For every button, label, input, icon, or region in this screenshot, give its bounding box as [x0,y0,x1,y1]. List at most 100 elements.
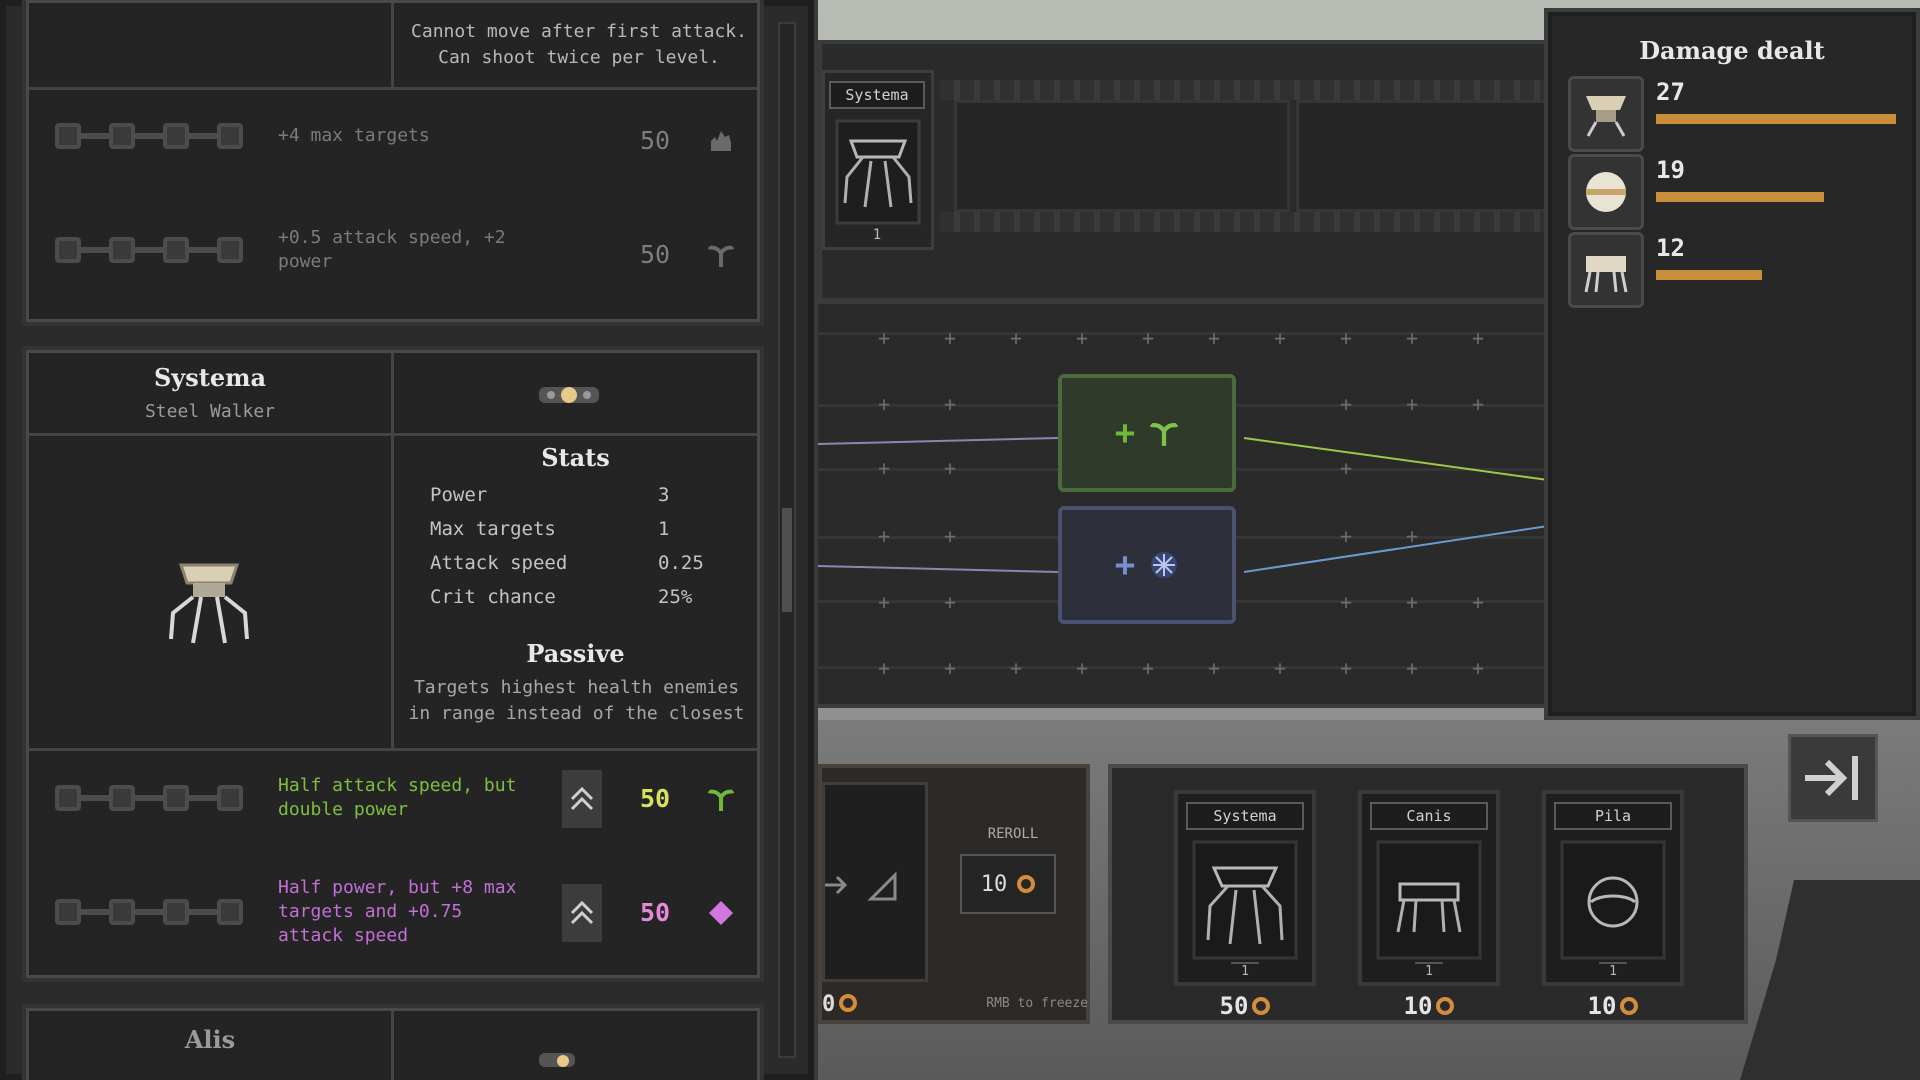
damage-bar [1656,192,1824,202]
sell-cost: 0 [822,992,862,1017]
coin-icon [1017,875,1036,893]
sprout-icon [706,240,736,270]
sell-slot[interactable] [822,782,928,982]
upgrade-cost: 50 [639,126,671,155]
panel-scrollbar[interactable] [778,22,796,1058]
upgrade-description: Half power, but +8 max targets and +0.75… [278,877,517,946]
unit-portrait-systema [159,553,259,657]
unit-name: Systema [153,363,267,392]
upgrade-description: Half attack speed, but double power [278,775,517,820]
stat-label: Crit chance [430,586,556,608]
unit-portrait-pila [1568,154,1644,230]
snowflake-icon [1151,552,1178,578]
unit-level: 1 [1599,962,1627,979]
upgrade-pips [55,785,250,811]
stat-value: 0.25 [658,552,704,574]
damage-value: 27 [1656,78,1685,106]
upgrade-description: +0.5 attack speed, +2 power [278,227,506,272]
unit-portrait-canis [1568,232,1644,308]
damage-bar [1656,270,1762,280]
flame-icon [706,126,736,156]
arrow-right-icon [825,871,897,901]
upgrade-pips [55,237,250,263]
damage-row: 27 [1568,76,1908,152]
stat-value: 25% [658,586,693,608]
damage-value: 19 [1656,156,1685,184]
unit-level: 1 [1231,962,1259,979]
damage-title: Damage dealt [1639,36,1825,65]
synergy-node-blue[interactable]: + [1058,506,1236,624]
sprout-icon [1149,422,1179,446]
next-round-button[interactable] [1788,734,1878,822]
coin-icon [1252,997,1271,1015]
damage-row: 19 [1568,154,1908,230]
sprout-icon [706,784,736,814]
board-slot[interactable] [954,100,1290,212]
freeze-hint: RMB to freeze [986,996,1088,1011]
stats-title: Stats [541,443,610,472]
unit-subtitle: Steel Walker [144,401,276,422]
shop-price: 10 [1542,992,1684,1020]
reroll-button[interactable]: 10 [960,854,1056,914]
synergy-icon [537,1049,577,1071]
unit-tag: Canis [1370,802,1488,830]
shop-card-canis[interactable]: Canis 1 10 [1358,790,1500,1020]
shop-card-pila[interactable]: Pila 1 10 [1542,790,1684,1020]
rune-border [940,212,1548,232]
stat-value: 3 [658,484,670,506]
reroll-panel: 0 REROLL 10 RMB to freeze [818,764,1090,1024]
passive-text: Cannot move after first attack. Can shoo… [411,21,747,68]
stat-row-max-targets: Max targets 1 [430,518,720,540]
plus-icon: + [1114,413,1136,453]
damage-bar [1656,114,1896,124]
stat-label: Attack speed [430,552,568,574]
passive-title: Passive [526,639,625,668]
chevron-up-icon [570,900,594,925]
coin-icon [839,994,858,1012]
unit-tag: Pila [1554,802,1672,830]
stat-row-power: Power 3 [430,484,720,506]
coin-icon [1436,997,1455,1015]
upgrade-description: +4 max targets [278,125,430,146]
board-unit-systema[interactable]: Systema 1 [822,70,934,250]
synergy-node-green[interactable]: + [1058,374,1236,492]
upgrade-pips [55,123,250,149]
stat-label: Max targets [430,518,556,540]
unit-tag: Systema [1186,802,1304,830]
stat-label: Power [430,484,488,506]
upgrade-button[interactable] [562,770,602,828]
synergy-icon [537,383,601,411]
scrollbar-thumb[interactable] [782,508,792,612]
reroll-cost: 10 [980,871,1008,897]
unit-sprite-systema [1192,840,1298,960]
unit-tag: Systema [829,81,925,109]
unit-name: Alis [184,1025,236,1054]
diamond-icon [706,898,736,928]
board-slot[interactable] [1296,100,1548,212]
upgrade-button[interactable] [562,884,602,942]
upgrade-cost: 50 [639,784,671,813]
damage-dealt-panel: Damage dealt 27 19 12 [1544,8,1920,720]
unit-sprite-canis [1376,840,1482,960]
shop-card-frame: Pila 1 [1542,790,1684,986]
stat-row-crit-chance: Crit chance 25% [430,586,720,608]
passive-text: Targets highest health enemies in range … [408,677,745,724]
upgrade-cost: 50 [639,898,671,927]
damage-value: 12 [1656,234,1685,262]
upgrade-cost: 50 [639,240,671,269]
unit-board: Systema 1 [818,40,1548,302]
shop-card-frame: Systema 1 [1174,790,1316,986]
stat-row-attack-speed: Attack speed 0.25 [430,552,720,574]
upgrade-pips [55,899,250,925]
unit-level: 1 [1415,962,1443,979]
unit-level: 1 [872,227,882,243]
shop-card-systema[interactable]: Systema 1 50 [1174,790,1316,1020]
unit-portrait-systema [1568,76,1644,152]
reroll-label: REROLL [987,826,1039,842]
damage-row: 12 [1568,232,1908,308]
rune-border [940,80,1548,100]
shop-panel: Systema 1 50 Canis 1 10 Pila 1 10 [1108,764,1748,1024]
plus-icon: + [1114,545,1136,585]
shop-price: 50 [1174,992,1316,1020]
shop-price: 10 [1358,992,1500,1020]
